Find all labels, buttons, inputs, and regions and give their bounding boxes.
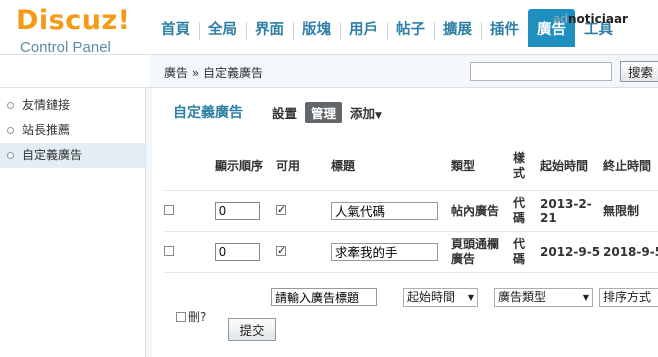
delete-label: 刪? <box>188 310 207 324</box>
chevron-down-icon: ▼ <box>467 293 474 302</box>
header-select <box>164 142 215 190</box>
breadcrumb-spacer <box>0 55 150 87</box>
logo-title: Discuz! <box>16 5 131 36</box>
enabled-cell <box>276 230 331 273</box>
chevron-down-icon: ▼ <box>582 293 589 302</box>
start-cell: 2013-2-21 <box>540 189 603 231</box>
header-style: 樣式 <box>513 142 540 190</box>
sidebar-item-label: 友情鏈接 <box>22 98 71 112</box>
sidebar-item-label: 自定義廣告 <box>22 148 83 162</box>
nav-item-home[interactable]: 首頁 <box>152 14 199 47</box>
sort-select-value: 排序方式 <box>603 290 652 304</box>
type-label: 頁頭通欄廣告 <box>451 236 500 266</box>
start-time-select-value: 起始時間 <box>407 290 456 304</box>
bullet-icon <box>7 102 14 109</box>
nav-item-users[interactable]: 用戶 <box>340 14 387 47</box>
row-select-checkbox[interactable] <box>164 245 174 256</box>
start-cell: 2012-9-5 <box>540 230 603 273</box>
type-cell: 頁頭通欄廣告 <box>451 230 513 273</box>
title-input[interactable] <box>331 201 438 220</box>
tab-bar: 設置 管理 添加▼ <box>272 102 390 123</box>
ad-type-select[interactable]: 廣告類型 ▼ <box>494 288 593 307</box>
breadcrumb-bar: 廣告 » 自定義廣告 搜索 <box>0 54 658 88</box>
row-select-cell <box>164 230 215 273</box>
ad-type-select-value: 廣告類型 <box>498 290 547 304</box>
delete-checkbox[interactable] <box>176 312 186 322</box>
table-row: 帖內廣告 代碼 2013-2-21 無限制 <box>164 189 658 231</box>
order-cell <box>215 189 276 231</box>
header-style-label: 樣式 <box>513 150 526 180</box>
title-cell <box>331 189 451 231</box>
enabled-checkbox[interactable] <box>276 203 286 216</box>
search-input[interactable] <box>470 62 612 81</box>
username[interactable]: noticiaar <box>568 12 628 26</box>
ad-title-filter-input[interactable] <box>271 288 377 306</box>
type-cell: 帖內廣告 <box>451 189 513 231</box>
order-cell <box>215 230 276 273</box>
tab-settings[interactable]: 設置 <box>272 103 297 122</box>
nav-item-interface[interactable]: 界面 <box>246 14 293 47</box>
header-order[interactable]: 顯示順序 <box>215 142 276 190</box>
nav-item-threads[interactable]: 帖子 <box>387 14 434 47</box>
enabled-checkbox[interactable] <box>276 244 286 257</box>
nav-item-extensions[interactable]: 擴展 <box>434 14 481 47</box>
sort-select[interactable]: 排序方式 <box>599 288 658 307</box>
start-time-select[interactable]: 起始時間 ▼ <box>403 288 478 307</box>
table-header-row: 顯示順序 可用 標題 類型 樣式 起始時間 終止時間 <box>164 142 658 190</box>
row-select-cell <box>164 189 215 231</box>
enabled-cell <box>276 189 331 231</box>
title-input[interactable] <box>331 242 438 261</box>
header: Discuz! Control Panel 首頁 全局 界面 版塊 用戶 帖子 … <box>0 0 658 56</box>
header-start: 起始時間 <box>540 159 589 174</box>
search-button[interactable]: 搜索 <box>620 61 658 82</box>
caret-down-icon: ▼ <box>375 111 382 121</box>
main-content: 自定義廣告 設置 管理 添加▼ 顯示順序 可用 標題 類型 樣式 起始時間 終止… <box>152 88 658 357</box>
table-row: 頁頭通欄廣告 代碼 2012-9-5 2018-9-5 <box>164 230 658 273</box>
user-prefix: ad <box>553 12 568 26</box>
header-title: 標題 <box>331 159 356 174</box>
sidebar-item-friend-links[interactable]: 友情鏈接 <box>0 93 145 118</box>
sidebar: 友情鏈接 站長推薦 自定義廣告 <box>0 88 146 357</box>
bullet-icon <box>7 152 14 159</box>
style-cell: 代碼 <box>513 189 540 231</box>
end-cell: 2018-9-5 <box>603 230 658 273</box>
order-input[interactable] <box>215 201 260 220</box>
style-label: 代碼 <box>513 195 526 225</box>
submit-button[interactable]: 提交 <box>228 318 276 341</box>
nav-item-plugins[interactable]: 插件 <box>481 14 528 47</box>
tab-add-label: 添加 <box>350 106 376 121</box>
sidebar-item-recommendations[interactable]: 站長推薦 <box>0 118 145 143</box>
tab-add[interactable]: 添加▼ <box>350 103 382 122</box>
nav-item-global[interactable]: 全局 <box>199 14 246 47</box>
header-end: 終止時間 <box>603 159 652 174</box>
ads-table: 顯示順序 可用 標題 類型 樣式 起始時間 終止時間 帖內廣告 代碼 2013-… <box>164 142 658 273</box>
page-title: 自定義廣告 <box>173 105 243 121</box>
header-enabled: 可用 <box>276 159 301 174</box>
bullet-icon <box>7 127 14 134</box>
delete-toggle[interactable]: 刪? <box>176 308 206 325</box>
header-type: 類型 <box>451 159 476 174</box>
sidebar-item-label: 站長推薦 <box>22 123 71 137</box>
style-cell: 代碼 <box>513 230 540 273</box>
end-cell: 無限制 <box>603 189 658 231</box>
logo[interactable]: Discuz! Control Panel <box>0 0 150 56</box>
sidebar-item-custom-ads[interactable]: 自定義廣告 <box>0 143 145 168</box>
row-select-checkbox[interactable] <box>164 204 174 215</box>
nav-item-forums[interactable]: 版塊 <box>293 14 340 47</box>
user-overlay: adnoticiaar <box>553 12 628 26</box>
title-cell <box>331 230 451 273</box>
style-label: 代碼 <box>513 236 526 266</box>
tab-manage[interactable]: 管理 <box>305 102 343 123</box>
main-nav: 首頁 全局 界面 版塊 用戶 帖子 擴展 插件 廣告 工具 <box>152 9 622 47</box>
breadcrumb: 廣告 » 自定義廣告 <box>164 66 263 80</box>
order-input[interactable] <box>215 242 260 261</box>
